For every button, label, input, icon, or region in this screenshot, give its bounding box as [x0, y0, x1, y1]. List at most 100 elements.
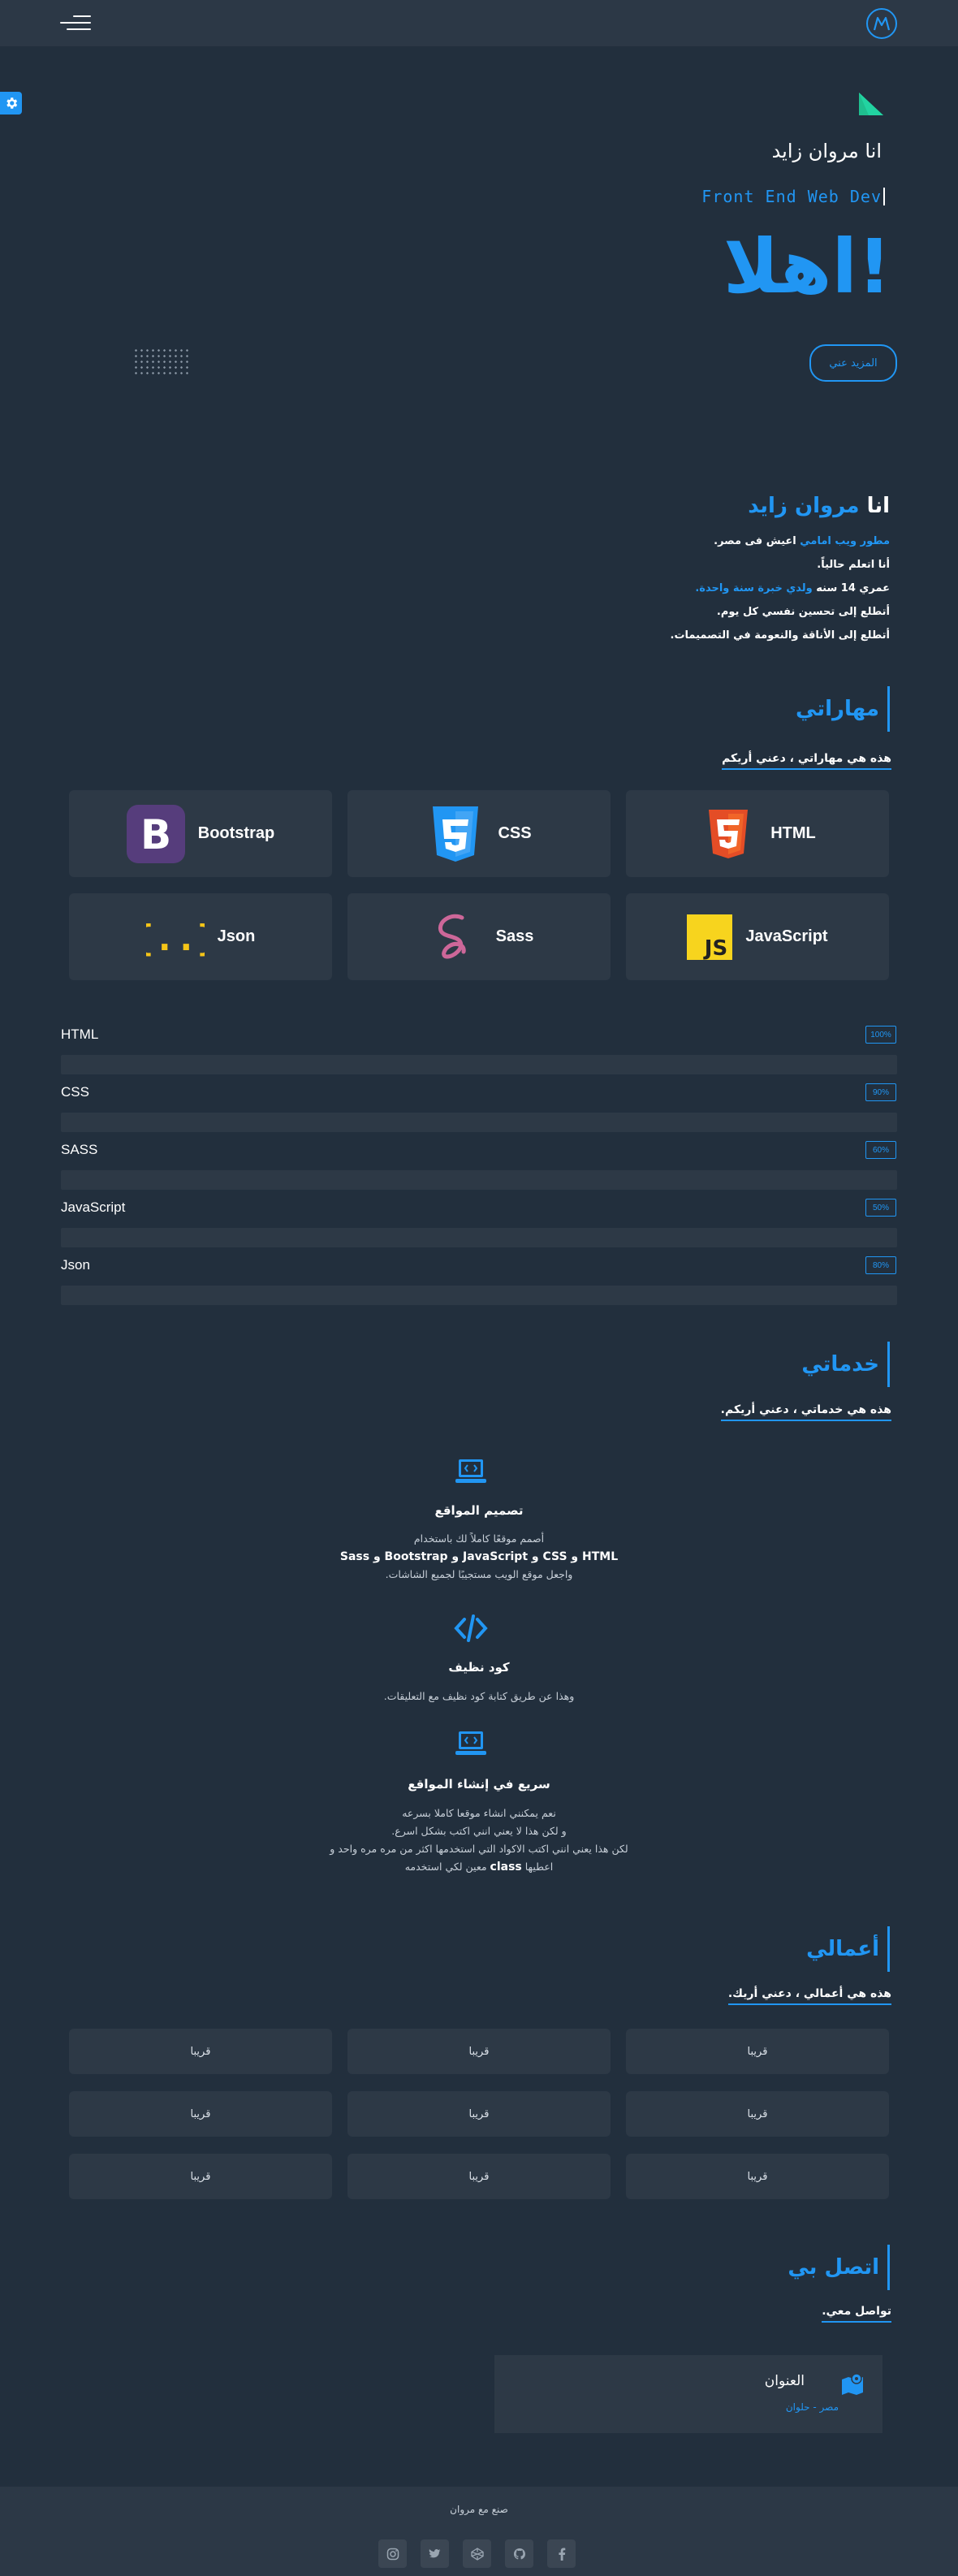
map-location-icon — [842, 2373, 863, 2395]
css3-icon — [426, 805, 485, 863]
work-item[interactable]: قريبا — [69, 2091, 332, 2137]
skill-card-sass: Sass — [347, 893, 611, 980]
service-line-bold: class — [490, 1861, 522, 1874]
contact-card-value: مصر - حلوان — [785, 2401, 839, 2413]
work-item[interactable]: قريبا — [69, 2154, 332, 2199]
gear-icon[interactable] — [0, 92, 22, 115]
work-item[interactable]: قريبا — [69, 2029, 332, 2074]
code-icon — [454, 1614, 488, 1642]
service-title: تصميم المواقع — [434, 1503, 524, 1518]
progress-track — [61, 1055, 897, 1074]
navbar — [0, 0, 958, 46]
progress-track — [61, 1113, 897, 1132]
service-text: نعم يمكنني انشاء موقعا كاملا بسرعه و لكن… — [0, 1804, 958, 1876]
progress-label: Json — [61, 1257, 90, 1273]
progress-badge: 80% — [865, 1256, 896, 1274]
html5-icon — [699, 805, 757, 863]
about-text-part: عمري 14 سنه — [816, 582, 890, 594]
footer: صنع مع مروان — [0, 2487, 958, 2576]
github-icon[interactable] — [505, 2539, 533, 2568]
twitter-icon[interactable] — [421, 2539, 449, 2568]
works-title: أعمالي — [806, 1926, 890, 1972]
skill-card-html: HTML — [626, 790, 889, 877]
about-accent: ولدي خبرة سنة واحدة. — [695, 582, 813, 594]
hero-name: انا مروان زايد — [771, 140, 882, 162]
progress-track — [61, 1228, 897, 1247]
progress-label: JavaScript — [61, 1199, 126, 1215]
more-about-button[interactable]: المزيد عني — [809, 344, 897, 382]
codepen-icon[interactable] — [463, 2539, 491, 2568]
skill-card-label: Sass — [495, 927, 534, 945]
skill-card-label: CSS — [498, 824, 532, 842]
hero-role: Front End Web Dev — [701, 187, 885, 206]
service-line: اعطيها class معين لكي استخدمه — [0, 1858, 958, 1876]
facebook-icon[interactable] — [547, 2539, 576, 2568]
about-line: عمري 14 سنه ولدي خبرة سنة واحدة. — [484, 577, 890, 600]
work-item[interactable]: قريبا — [347, 2029, 611, 2074]
about-title-prefix: انا — [866, 494, 890, 518]
about-title: انا مروان زايد — [748, 494, 890, 518]
sass-icon — [425, 908, 483, 966]
progress-label: CSS — [61, 1084, 89, 1100]
bootstrap-icon: B — [126, 804, 185, 863]
about-text-part: اعيش فى مصر. — [714, 535, 796, 547]
skill-card-label: HTML — [770, 824, 816, 842]
skills-subtitle: هذه هي مهاراتي ، دعني أريكم — [722, 752, 891, 770]
services-title: خدماتي — [801, 1342, 890, 1387]
progress-label: HTML — [61, 1027, 99, 1042]
service-title: سريع في إنشاء المواقع — [408, 1777, 550, 1792]
footer-text: صنع مع مروان — [450, 2504, 508, 2515]
hamburger-icon[interactable] — [60, 14, 91, 32]
skill-card-label: Bootstrap — [197, 824, 275, 842]
service-text-part: اعطيها — [524, 1861, 554, 1873]
work-item[interactable]: قريبا — [347, 2091, 611, 2137]
skill-card-css: CSS — [347, 790, 611, 877]
skill-card-javascript: JS JavaScript — [626, 893, 889, 980]
svg-text:B: B — [140, 811, 171, 858]
service-line-bold: HTML و CSS و JavaScript و Bootstrap و Sa… — [339, 1550, 619, 1563]
service-line: و لكن هذا لا يعني انني اكتب بشكل اسرع. — [391, 1825, 567, 1837]
svg-text:JS: JS — [703, 936, 727, 960]
progress-badge: 100% — [865, 1026, 896, 1044]
work-item[interactable]: قريبا — [626, 2154, 889, 2199]
progress-badge: 90% — [865, 1083, 896, 1101]
about-line: أتطلع إلى الأناقة والنعومة في التصميمات. — [670, 629, 891, 642]
laptop-code-icon — [455, 1459, 486, 1483]
about-line: مطور ويب امامي اعيش فى مصر. — [484, 529, 890, 553]
skill-card-bootstrap: B Bootstrap — [69, 790, 332, 877]
contact-title: اتصل بي — [788, 2245, 890, 2290]
service-line: أصمم موقعًا كاملاً لك باستخدام — [413, 1532, 545, 1545]
work-item[interactable]: قريبا — [626, 2029, 889, 2074]
service-title: كود نظيف — [448, 1660, 510, 1675]
logo-triangle-icon — [859, 93, 883, 115]
skill-card-label: Json — [217, 927, 256, 945]
works-subtitle: هذه هي أعمالي ، دعني أريك. — [727, 1987, 891, 2005]
dots-decoration — [133, 348, 190, 375]
progress-track — [61, 1286, 897, 1305]
instagram-icon[interactable] — [378, 2539, 407, 2568]
about-text: مطور ويب امامي اعيش فى مصر. أنا اتعلم حا… — [484, 529, 891, 647]
progress-badge: 50% — [865, 1199, 896, 1217]
service-line: نعم يمكنني انشاء موقعا كاملا بسرعه — [402, 1807, 556, 1819]
work-item[interactable]: قريبا — [626, 2091, 889, 2137]
logo-m-icon[interactable] — [866, 8, 897, 39]
contact-card-title: العنوان — [764, 2373, 805, 2389]
work-item[interactable]: قريبا — [347, 2154, 611, 2199]
json-icon: {..} — [146, 908, 205, 966]
skill-card-json: {..} Json — [69, 893, 332, 980]
logo-m-glyph — [873, 16, 891, 31]
service-line: لكن هذا يعني انني اكتب الاكواد التي استخ… — [330, 1843, 628, 1855]
laptop-code-icon — [455, 1731, 486, 1755]
service-line: HTML و CSS و JavaScript و Bootstrap و Sa… — [0, 1548, 958, 1566]
typing-caret — [883, 188, 885, 205]
skill-card-label: JavaScript — [745, 927, 828, 945]
progress-label: SASS — [61, 1142, 98, 1157]
services-subtitle: هذه هي خدماتي ، دعني أريكم. — [720, 1403, 891, 1421]
progress-badge: 60% — [865, 1141, 896, 1159]
progress-track — [61, 1170, 897, 1190]
service-text: وهذا عن طريق كتابة كود نظيف مع التعليقات… — [0, 1688, 958, 1705]
hero-greeting: اهلا! — [723, 223, 891, 310]
about-title-name: مروان زايد — [748, 494, 860, 518]
about-accent: مطور ويب امامي — [800, 535, 890, 547]
contact-card: العنوان مصر - حلوان — [494, 2355, 882, 2433]
